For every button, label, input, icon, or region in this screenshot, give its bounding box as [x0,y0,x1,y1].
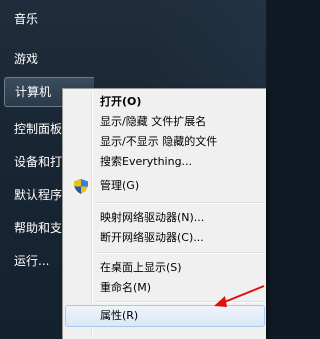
menu-item-show-on-desktop[interactable]: 在桌面上显示(S) [65,257,265,279]
menu-separator [95,202,265,204]
uac-shield-icon [74,179,88,194]
menu-item-open[interactable]: 打开(O) [65,91,265,113]
menu-item-toggle-hidden-files[interactable]: 显示/不显示 隐藏的文件 [65,131,265,153]
red-arrow-annotation [214,285,265,307]
menu-separator [95,252,265,254]
menu-item-manage[interactable]: 管理(G) [65,175,265,197]
start-item-music[interactable]: 音乐 [4,4,94,34]
menu-item-toggle-extensions[interactable]: 显示/隐藏 文件扩展名 [65,111,265,133]
menu-item-manage-label: 管理(G) [100,179,140,192]
menu-item-map-network-drive[interactable]: 映射网络驱动器(N)... [65,207,265,229]
menu-item-disconnect-network-drive[interactable]: 断开网络驱动器(C)... [65,227,265,249]
menu-item-search-everything[interactable]: 搜索Everything... [65,151,265,173]
start-item-games[interactable]: 游戏 [4,44,94,74]
